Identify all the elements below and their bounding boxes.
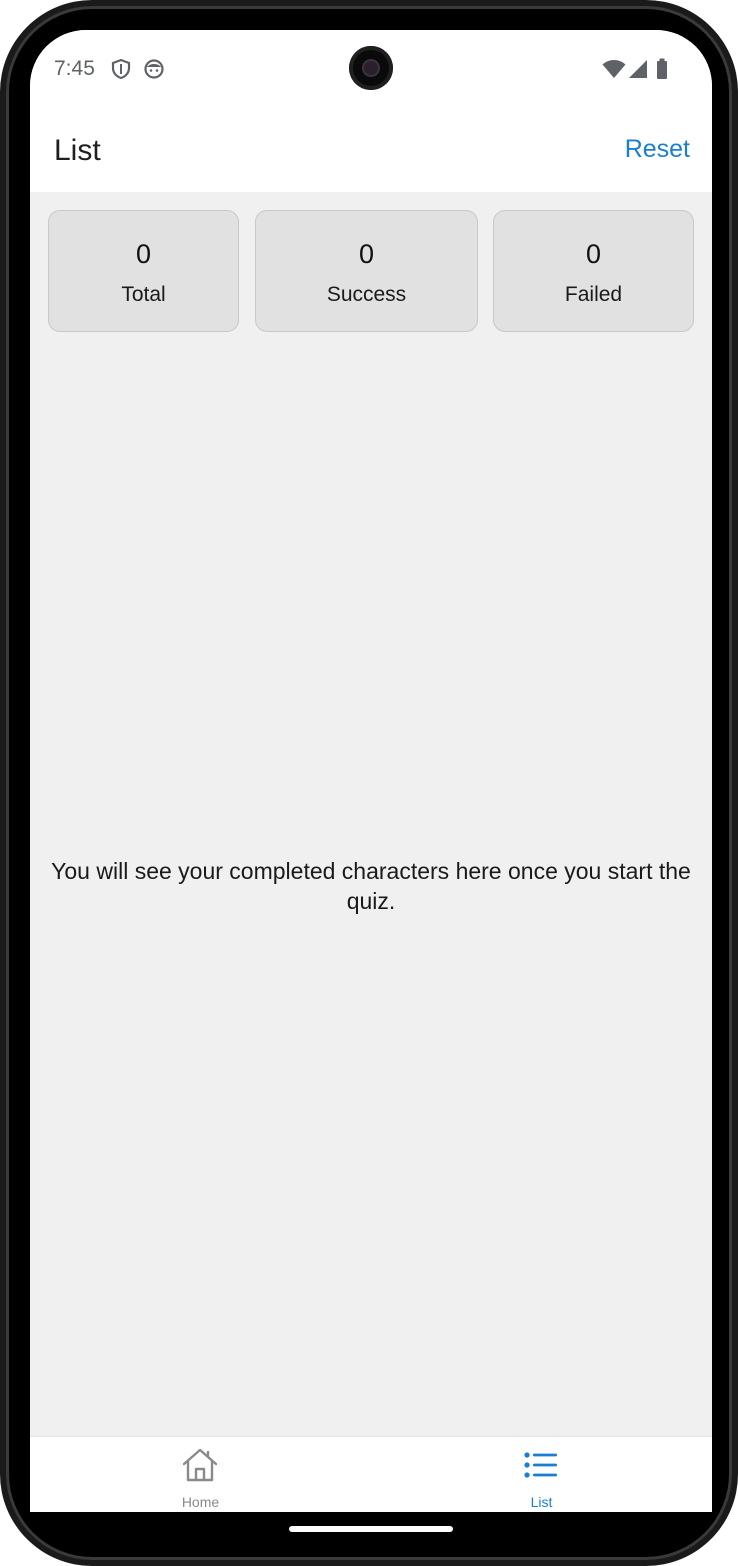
list-icon [524, 1451, 558, 1484]
battery-icon [656, 58, 668, 85]
wifi-icon [602, 59, 626, 84]
stat-failed-label: Failed [564, 283, 623, 306]
nav-label-home: Home [181, 1494, 220, 1510]
stat-card-failed: 0 Failed [493, 210, 694, 332]
app-header: List Reset [30, 108, 712, 192]
stat-success-label: Success [326, 283, 407, 306]
stat-failed-value: 0 [585, 239, 602, 269]
empty-state-message: You will see your completed characters h… [51, 858, 691, 914]
shield-icon [110, 58, 132, 85]
nav-label-list: List [530, 1494, 553, 1510]
stat-total-label: Total [121, 283, 166, 306]
nav-item-home[interactable]: Home [30, 1437, 371, 1512]
signal-icon [628, 59, 648, 84]
face-icon [143, 58, 165, 85]
front-camera [349, 46, 393, 90]
device-frame: 7:45 List Reset 0 Total 0 Success 0 Fail… [0, 0, 738, 1566]
stat-success-value: 0 [358, 239, 375, 269]
screen: 7:45 List Reset 0 Total 0 Success 0 Fail… [30, 30, 712, 1512]
stat-card-total: 0 Total [48, 210, 239, 332]
stat-card-success: 0 Success [255, 210, 478, 332]
home-indicator[interactable] [289, 1526, 453, 1532]
nav-item-list[interactable]: List [371, 1437, 712, 1512]
reset-button[interactable]: Reset [625, 135, 690, 164]
bottom-nav: Home List [30, 1436, 712, 1512]
status-time: 7:45 [54, 57, 95, 80]
stat-total-value: 0 [135, 239, 152, 269]
home-icon [181, 1447, 219, 1488]
status-bar: 7:45 [30, 30, 712, 108]
page-title: List [54, 134, 101, 167]
